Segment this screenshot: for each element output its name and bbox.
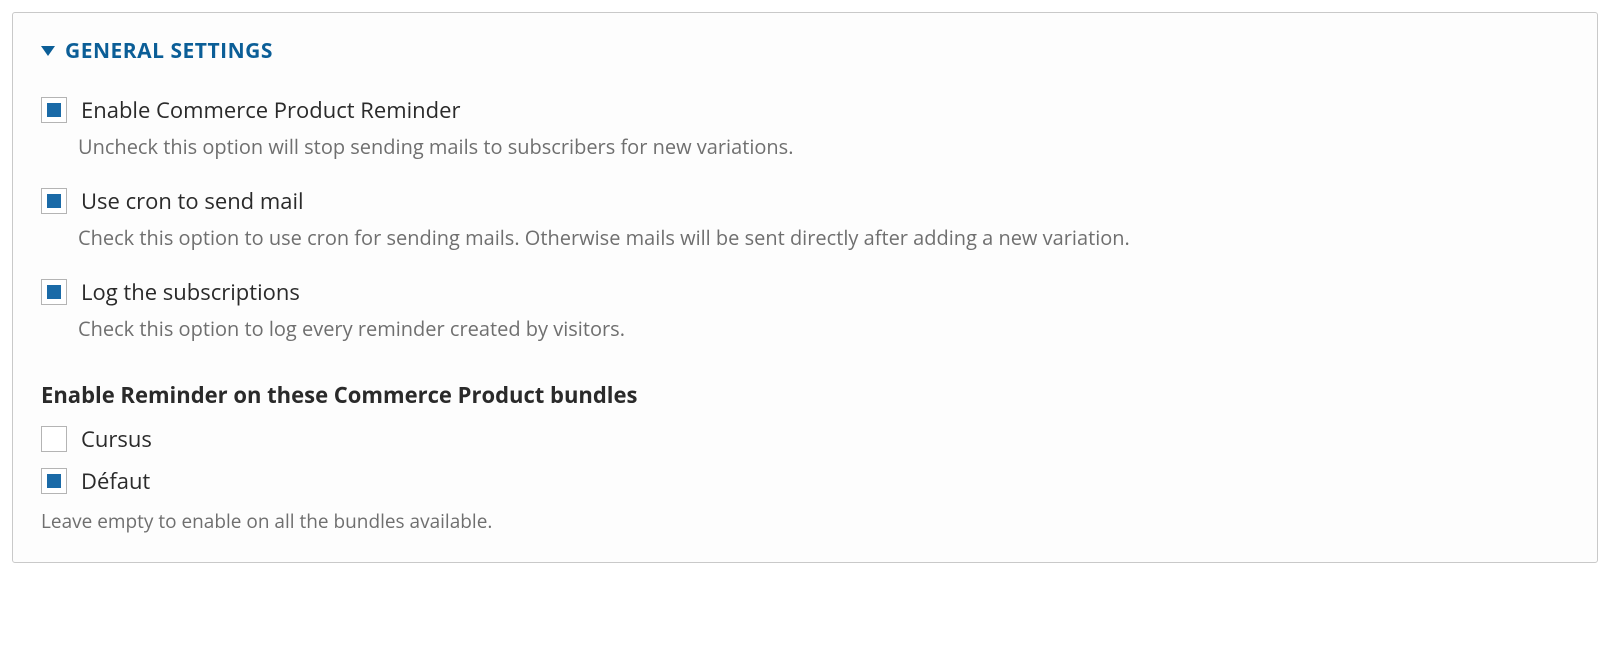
checkbox-log[interactable] [41,279,67,305]
general-settings-panel: GENERAL SETTINGS Enable Commerce Product… [12,12,1598,563]
checkbox-enable-description: Uncheck this option will stop sending ma… [78,133,1569,160]
bundles-group-label: Enable Reminder on these Commerce Produc… [41,380,1569,410]
bundles-list: Cursus Défaut [41,424,1569,496]
bundle-item: Cursus [41,424,1569,454]
bundle-item: Défaut [41,466,1569,496]
checkbox-bundle-1[interactable] [41,468,67,494]
checkbox-enable-label: Enable Commerce Product Reminder [81,95,460,125]
bundles-help-text: Leave empty to enable on all the bundles… [41,508,1569,534]
setting-enable: Enable Commerce Product Reminder Uncheck… [41,95,1569,160]
bundle-label: Cursus [81,424,152,454]
general-settings-toggle[interactable]: GENERAL SETTINGS [41,37,1569,65]
setting-log: Log the subscriptions Check this option … [41,277,1569,342]
bundle-label: Défaut [81,466,150,496]
checkbox-log-label: Log the subscriptions [81,277,300,307]
checkbox-bundle-0[interactable] [41,426,67,452]
setting-cron: Use cron to send mail Check this option … [41,186,1569,251]
checkbox-cron[interactable] [41,188,67,214]
section-title: GENERAL SETTINGS [65,37,273,65]
checkbox-log-description: Check this option to log every reminder … [78,315,1569,342]
checkbox-enable[interactable] [41,97,67,123]
checkbox-cron-description: Check this option to use cron for sendin… [78,224,1569,251]
caret-down-icon [41,46,55,56]
checkbox-cron-label: Use cron to send mail [81,186,304,216]
